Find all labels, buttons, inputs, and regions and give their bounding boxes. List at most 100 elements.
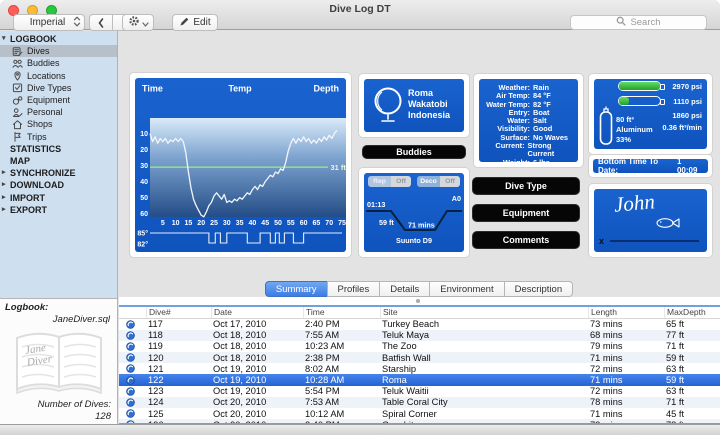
table-header: Dive#DateTimeSiteLengthMaxDepth — [119, 307, 720, 319]
sidebar-section-label: LOGBOOK — [10, 34, 57, 44]
tank-start-pressure: 2970 psi — [672, 82, 702, 91]
sidebar-item-personal[interactable]: Personal — [0, 106, 117, 118]
cell-site: Teluk Waitii — [380, 386, 588, 396]
sidebar-section-download[interactable]: ▸DOWNLOAD — [0, 179, 117, 191]
disclosure-triangle-icon[interactable]: ▸ — [0, 167, 10, 179]
tab-profiles[interactable]: Profiles — [327, 281, 381, 297]
bottom-time-card: Bottom Time To Date: 1 00:09 — [588, 154, 713, 178]
column-header-site[interactable]: Site — [380, 307, 588, 318]
conditions-card[interactable]: Weather:RainAir Temp:84 °FWater Temp:82 … — [473, 73, 584, 168]
air-consumption-rate: 0.36 ft³/min — [662, 123, 702, 132]
dive-icon — [119, 398, 146, 407]
column-header-dive-[interactable]: Dive# — [146, 307, 211, 318]
cell-max_depth: 63 ft — [664, 364, 720, 374]
sidebar-section-export[interactable]: ▸EXPORT — [0, 204, 117, 216]
sidebar-item-equipment[interactable]: Equipment — [0, 94, 117, 106]
logbook-book-icon — [8, 327, 110, 410]
column-header-maxdepth[interactable]: MaxDepth — [664, 307, 720, 318]
cell-site: Roma — [380, 375, 588, 385]
tank-start-pressure-bar — [618, 81, 661, 91]
dive-icon — [119, 387, 146, 396]
table-row[interactable]: 124Oct 20, 20107:53 AMTable Coral City78… — [119, 397, 720, 408]
dive-icon — [119, 364, 146, 373]
tab-environment[interactable]: Environment — [429, 281, 504, 297]
bottom-time-bar: Bottom Time To Date: 1 00:09 — [593, 159, 708, 173]
deco-toggle[interactable]: Deco Off — [417, 176, 460, 187]
signature-card[interactable]: John x — [588, 183, 713, 258]
comments-button[interactable]: Comments — [472, 231, 580, 249]
search-input[interactable]: Search — [570, 15, 707, 30]
conditions-list: Weather:RainAir Temp:84 °FWater Temp:82 … — [483, 83, 574, 158]
back-button[interactable] — [89, 14, 113, 31]
column-header-date[interactable]: Date — [211, 307, 303, 318]
chart-label: 30 — [140, 163, 148, 170]
table-row[interactable]: 121Oct 19, 20108:02 AMStarship72 mins63 … — [119, 363, 720, 374]
column-header-time[interactable]: Time — [303, 307, 380, 318]
tank-material: Aluminum — [616, 125, 653, 134]
table-row[interactable]: 117Oct 17, 20102:40 PMTurkey Beach73 min… — [119, 319, 720, 330]
action-menu-button[interactable] — [122, 14, 154, 31]
disclosure-triangle-icon[interactable]: ▸ — [0, 192, 10, 204]
table-row[interactable]: 125Oct 20, 201010:12 AMSpiral Corner71 m… — [119, 408, 720, 419]
rep-off-segment[interactable]: Off — [391, 176, 411, 187]
sidebar-item-locations[interactable]: Locations — [0, 70, 117, 82]
tab-summary[interactable]: Summary — [265, 281, 328, 297]
sidebar-section-statistics[interactable]: STATISTICS — [0, 143, 117, 155]
splitter-handle[interactable] — [416, 299, 420, 303]
column-header-length[interactable]: Length — [588, 307, 664, 318]
rep-toggle[interactable]: Rep Off — [368, 176, 411, 187]
tank-panel: 2970 psi 1110 psi 1860 psi 0.36 ft³/min … — [594, 79, 707, 149]
bottom-time-label: Bottom Time To Date: — [598, 157, 677, 175]
equipment-button[interactable]: Equipment — [472, 204, 580, 222]
dive-type-button[interactable]: Dive Type — [472, 177, 580, 195]
dive-site-card[interactable]: Roma Wakatobi Indonesia — [358, 73, 470, 138]
dive-mode-toggles: Rep Off Deco Off — [364, 176, 464, 187]
table-row[interactable]: 123Oct 19, 20105:54 PMTeluk Waitii72 min… — [119, 386, 720, 397]
dive-icon — [119, 320, 146, 329]
rep-on-segment[interactable]: Rep — [368, 176, 391, 187]
table-row[interactable]: 120Oct 18, 20102:38 PMBatfish Wall71 min… — [119, 352, 720, 363]
cell-date: Oct 19, 2010 — [211, 364, 303, 374]
dive-icon — [119, 409, 146, 418]
disclosure-triangle-icon[interactable]: ▾ — [0, 33, 10, 45]
dive-site-panel: Roma Wakatobi Indonesia — [364, 79, 464, 132]
sidebar-section-map[interactable]: MAP — [0, 155, 117, 167]
chart-label: 82° — [137, 241, 148, 249]
deco-on-segment[interactable]: Deco — [417, 176, 440, 187]
tab-description[interactable]: Description — [504, 281, 574, 297]
buddies-button[interactable]: Buddies — [362, 145, 466, 159]
sidebar-item-dives[interactable]: Dives — [0, 45, 117, 57]
sidebar-item-buddies[interactable]: Buddies — [0, 57, 117, 69]
disclosure-triangle-icon[interactable]: ▸ — [0, 179, 10, 191]
logbook-info: Logbook: JaneDiver.sql Jane Diver Number… — [0, 298, 118, 424]
table-row[interactable]: 118Oct 18, 20107:55 AMTeluk Maya68 mins7… — [119, 330, 720, 341]
logbook-filename: JaneDiver.sql — [53, 314, 110, 325]
personal-icon — [12, 107, 24, 118]
units-popup[interactable]: Imperial — [13, 14, 85, 31]
sidebar-section-synchronize[interactable]: ▸SYNCHRONIZE — [0, 167, 117, 179]
chart-label: 71 mins — [408, 221, 435, 230]
sidebar-section-logbook[interactable]: ▾LOGBOOK — [0, 33, 117, 45]
cell-dive: 121 — [146, 364, 211, 374]
deco-off-segment[interactable]: Off — [440, 176, 460, 187]
cell-dive: 119 — [146, 341, 211, 351]
sidebar-section-import[interactable]: ▸IMPORT — [0, 191, 117, 203]
sidebar-item-shops[interactable]: Shops — [0, 118, 117, 130]
logbook-owner-name: Jane Diver — [24, 341, 52, 369]
cell-length: 68 mins — [588, 330, 664, 340]
edit-button[interactable]: Edit — [172, 14, 218, 31]
chart-label: 70 — [325, 220, 333, 227]
cell-dive: 117 — [146, 319, 211, 329]
tab-details[interactable]: Details — [379, 281, 430, 297]
cell-date: Oct 18, 2010 — [211, 330, 303, 340]
table-row[interactable]: 119Oct 18, 201010:23 AMThe Zoo79 mins71 … — [119, 341, 720, 352]
sidebar-item-dive-types[interactable]: Dive Types — [0, 82, 117, 94]
tank-card[interactable]: 2970 psi 1110 psi 1860 psi 0.36 ft³/min … — [588, 73, 713, 155]
disclosure-triangle-icon[interactable]: ▸ — [0, 204, 10, 216]
titlebar: Dive Log DT Imperial Edit Search — [0, 0, 720, 30]
chart-label: 20 — [140, 147, 148, 154]
sidebar-item-trips[interactable]: Trips — [0, 131, 117, 143]
table-row[interactable]: 122Oct 19, 201010:28 AMRoma71 mins59 ft — [119, 374, 720, 385]
chart-label: Temp — [228, 84, 252, 94]
dive-profile-panel: TimeTempDepth 10203040506051015202530354… — [135, 78, 346, 252]
